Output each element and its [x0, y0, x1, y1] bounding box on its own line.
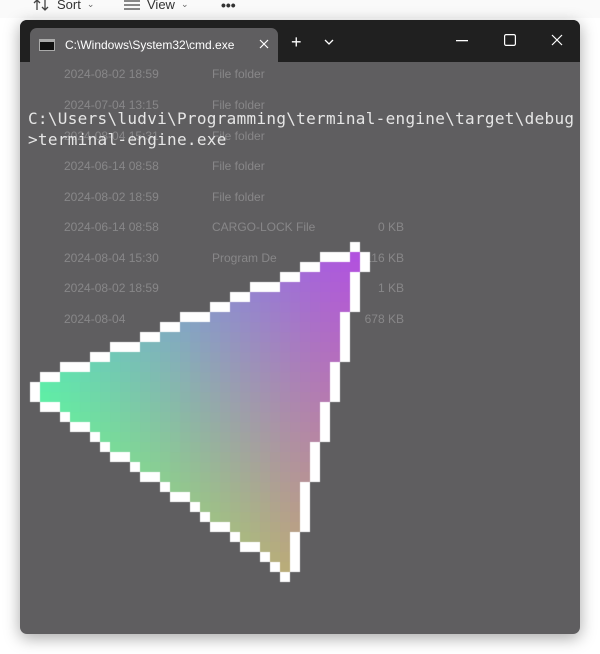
sort-icon	[33, 0, 49, 11]
tab-cmd[interactable]: C:\Windows\System32\cmd.exe	[30, 28, 278, 62]
sort-button[interactable]: Sort ⌄	[33, 0, 94, 12]
title-bar: C:\Windows\System32\cmd.exe +	[20, 20, 580, 62]
explorer-toolbar: Sort ⌄ View ⌄ •••	[0, 0, 600, 18]
terminal-window: C:\Windows\System32\cmd.exe + 2024-08-02…	[20, 20, 580, 634]
new-tab-button[interactable]: +	[291, 33, 302, 51]
terminal-content[interactable]: 2024-08-02 18:59File folder2024-07-04 13…	[20, 62, 580, 634]
command-prompt-line: C:\Users\ludvi\Programming\terminal-engi…	[28, 109, 575, 149]
view-label: View	[147, 0, 175, 12]
terminal-icon	[39, 39, 55, 51]
dropdown-chevron-icon[interactable]	[324, 39, 334, 46]
close-window-icon[interactable]	[551, 34, 563, 46]
tab-title: C:\Windows\System32\cmd.exe	[65, 38, 235, 52]
view-button[interactable]: View ⌄	[123, 0, 189, 12]
chevron-down-icon: ⌄	[86, 0, 95, 9]
close-tab-icon[interactable]	[259, 39, 269, 49]
minimize-icon[interactable]	[456, 40, 468, 42]
maximize-icon[interactable]	[504, 34, 516, 46]
chevron-down-icon: ⌄	[180, 0, 189, 9]
more-options-button[interactable]: •••	[221, 0, 236, 13]
sort-label: Sort	[57, 0, 81, 12]
view-icon	[124, 0, 140, 10]
